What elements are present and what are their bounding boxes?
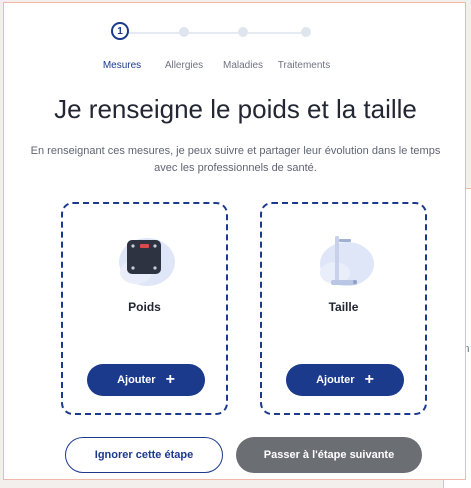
height-card-label: Taille (328, 300, 359, 314)
step-indicator[interactable] (179, 27, 189, 37)
step-label-allergies[interactable]: Allergies (165, 60, 203, 71)
step-indicator[interactable] (238, 27, 248, 37)
step-label-maladies[interactable]: Maladies (223, 60, 263, 71)
height-gauge-icon (313, 228, 375, 290)
plus-icon: + (165, 371, 175, 388)
step-indicator[interactable] (301, 27, 311, 37)
stepper-connector (129, 32, 179, 34)
weight-card-label: Poids (128, 300, 161, 314)
height-card[interactable]: Taille Ajouter + (260, 202, 427, 415)
skip-step-button[interactable]: Ignorer cette étape (65, 437, 223, 473)
plus-icon: + (364, 371, 374, 388)
add-weight-button[interactable]: Ajouter + (87, 364, 205, 396)
stepper: 1 Mesures Allergies Maladies Traitements (0, 0, 471, 80)
scale-icon (114, 228, 176, 290)
add-height-button[interactable]: Ajouter + (286, 364, 404, 396)
step-indicator-current[interactable]: 1 (111, 22, 129, 40)
weight-card[interactable]: Poids Ajouter + (61, 202, 228, 415)
step-label-traitements[interactable]: Traitements (278, 60, 330, 71)
stepper-connector (189, 32, 238, 34)
page-title: Je renseigne le poids et la taille (54, 94, 417, 124)
page-subtitle: En renseignant ces mesures, je peux suiv… (30, 145, 441, 174)
step-label-mesures[interactable]: Mesures (103, 60, 141, 71)
step-number: 1 (117, 25, 123, 37)
add-height-button-label: Ajouter (316, 374, 355, 386)
add-weight-button-label: Ajouter (117, 374, 156, 386)
next-step-button[interactable]: Passer à l'étape suivante (236, 437, 422, 473)
stepper-connector (248, 32, 301, 34)
